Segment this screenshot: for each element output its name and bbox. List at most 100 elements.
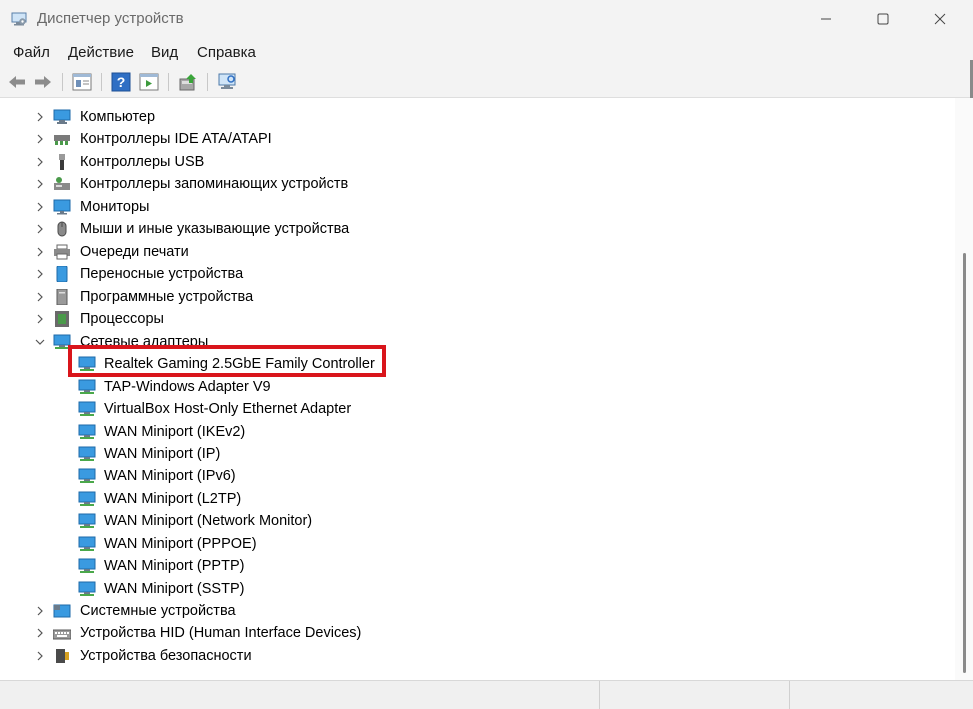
close-icon [934, 13, 946, 25]
tree-item-mice[interactable]: Мыши и иные указывающие устройства [0, 218, 930, 240]
network-adapter-icon [78, 401, 96, 416]
chevron-right-icon[interactable] [34, 223, 46, 235]
minimize-button[interactable] [803, 0, 849, 38]
chevron-down-icon[interactable] [34, 336, 46, 348]
tree-item-software-devices[interactable]: Программные устройства [0, 286, 930, 308]
system-device-icon [53, 604, 71, 618]
tree-item-adapter[interactable]: VirtualBox Host-Only Ethernet Adapter [0, 398, 930, 420]
chevron-right-icon[interactable] [34, 291, 46, 303]
properties-icon[interactable] [71, 71, 93, 93]
software-device-icon [56, 289, 68, 305]
chevron-right-icon[interactable] [34, 201, 46, 213]
minimize-icon [821, 18, 831, 20]
storage-controller-icon [54, 177, 70, 190]
tree-item-label: WAN Miniport (PPTP) [104, 558, 245, 574]
chevron-right-icon[interactable] [34, 313, 46, 325]
portable-device-icon [56, 266, 68, 282]
tree-item-adapter[interactable]: WAN Miniport (PPPOE) [0, 533, 930, 555]
svg-text:?: ? [117, 74, 126, 90]
scrollbar-thumb[interactable] [963, 253, 966, 673]
tree-item-system-devices[interactable]: Системные устройства [0, 600, 930, 622]
chevron-right-icon[interactable] [34, 268, 46, 280]
chevron-right-icon[interactable] [34, 605, 46, 617]
tree-item-adapter[interactable]: WAN Miniport (IPv6) [0, 465, 930, 487]
tree-item-portable-devices[interactable]: Переносные устройства [0, 263, 930, 285]
maximize-button[interactable] [860, 0, 906, 38]
toolbar-separator [101, 73, 102, 91]
device-tree: Компьютер Контроллеры IDE ATA/ATAPI Конт… [0, 98, 955, 680]
tree-item-label: WAN Miniport (SSTP) [104, 581, 245, 597]
status-cell [600, 681, 790, 709]
tree-item-hid-devices[interactable]: Устройства HID (Human Interface Devices) [0, 622, 930, 644]
tree-item-adapter[interactable]: WAN Miniport (L2TP) [0, 488, 930, 510]
chevron-right-icon[interactable] [34, 133, 46, 145]
menu-view[interactable]: Вид [151, 44, 178, 61]
vertical-scrollbar[interactable] [955, 98, 973, 680]
tree-item-label: Процессоры [80, 311, 164, 327]
forward-arrow-icon[interactable] [32, 71, 54, 93]
tree-item-ide-controllers[interactable]: Контроллеры IDE ATA/ATAPI [0, 128, 930, 150]
tree-item-label: Контроллеры USB [80, 154, 205, 170]
toolbar-separator [207, 73, 208, 91]
chevron-right-icon[interactable] [34, 111, 46, 123]
toolbar-separator [62, 73, 63, 91]
toolbar-separator [168, 73, 169, 91]
tree-item-label: WAN Miniport (IPv6) [104, 468, 236, 484]
help-icon[interactable]: ? [110, 71, 132, 93]
tree-item-label: Контроллеры IDE ATA/ATAPI [80, 131, 272, 147]
tree-item-print-queues[interactable]: Очереди печати [0, 241, 930, 263]
scan-hardware-icon[interactable] [216, 71, 238, 93]
tree-item-label: Системные устройства [80, 603, 236, 619]
network-adapter-icon [78, 491, 96, 506]
tree-item-adapter[interactable]: WAN Miniport (Network Monitor) [0, 510, 930, 532]
hid-keyboard-icon [53, 629, 71, 640]
tree-item-processors[interactable]: Процессоры [0, 308, 930, 330]
chevron-right-icon[interactable] [34, 650, 46, 662]
tree-item-storage-controllers[interactable]: Контроллеры запоминающих устройств [0, 173, 930, 195]
maximize-icon [877, 13, 889, 25]
network-adapter-icon [78, 379, 96, 394]
tree-item-adapter[interactable]: WAN Miniport (PPTP) [0, 555, 930, 577]
view-details-icon[interactable] [138, 71, 160, 93]
network-adapter-icon [78, 536, 96, 551]
ide-controller-icon [54, 135, 70, 145]
window-title: Диспетчер устройств [37, 10, 184, 27]
title-bar: Диспетчер устройств [0, 0, 973, 38]
chevron-right-icon[interactable] [34, 627, 46, 639]
tree-item-adapter[interactable]: WAN Miniport (SSTP) [0, 578, 930, 600]
tree-item-label: WAN Miniport (PPPOE) [104, 536, 257, 552]
back-arrow-icon[interactable] [6, 71, 28, 93]
network-adapter-icon [78, 468, 96, 483]
window-edge [963, 38, 973, 98]
chevron-right-icon[interactable] [34, 246, 46, 258]
menu-bar: Файл Действие Вид Справка [0, 38, 973, 66]
tree-item-computer[interactable]: Компьютер [0, 106, 930, 128]
tree-item-adapter[interactable]: WAN Miniport (IKEv2) [0, 421, 930, 443]
network-adapter-icon [78, 513, 96, 528]
tree-item-adapter[interactable]: WAN Miniport (IP) [0, 443, 930, 465]
network-adapter-icon [78, 581, 96, 596]
tree-item-label: Устройства безопасности [80, 648, 252, 664]
network-adapter-icon [78, 446, 96, 461]
menu-help[interactable]: Справка [197, 44, 256, 61]
chevron-right-icon[interactable] [34, 178, 46, 190]
usb-icon [59, 154, 65, 170]
menu-file[interactable]: Файл [13, 44, 50, 61]
tree-item-monitors[interactable]: Мониторы [0, 196, 930, 218]
processor-icon [55, 311, 69, 327]
close-button[interactable] [917, 0, 963, 38]
monitor-icon [53, 199, 71, 215]
tree-item-usb-controllers[interactable]: Контроллеры USB [0, 151, 930, 173]
update-driver-icon[interactable] [177, 71, 199, 93]
menu-action[interactable]: Действие [68, 44, 134, 61]
chevron-right-icon[interactable] [34, 156, 46, 168]
network-adapter-icon [78, 424, 96, 439]
tree-item-adapter[interactable]: TAP-Windows Adapter V9 [0, 376, 930, 398]
tree-item-label: WAN Miniport (L2TP) [104, 491, 242, 507]
tree-item-security-devices[interactable]: Устройства безопасности [0, 645, 930, 667]
tree-item-label: Программные устройства [80, 289, 254, 305]
tree-item-label: WAN Miniport (Network Monitor) [104, 513, 313, 529]
tree-item-label: TAP-Windows Adapter V9 [104, 379, 271, 395]
tree-item-label: WAN Miniport (IKEv2) [104, 424, 246, 440]
tree-item-label: Мониторы [80, 199, 150, 215]
